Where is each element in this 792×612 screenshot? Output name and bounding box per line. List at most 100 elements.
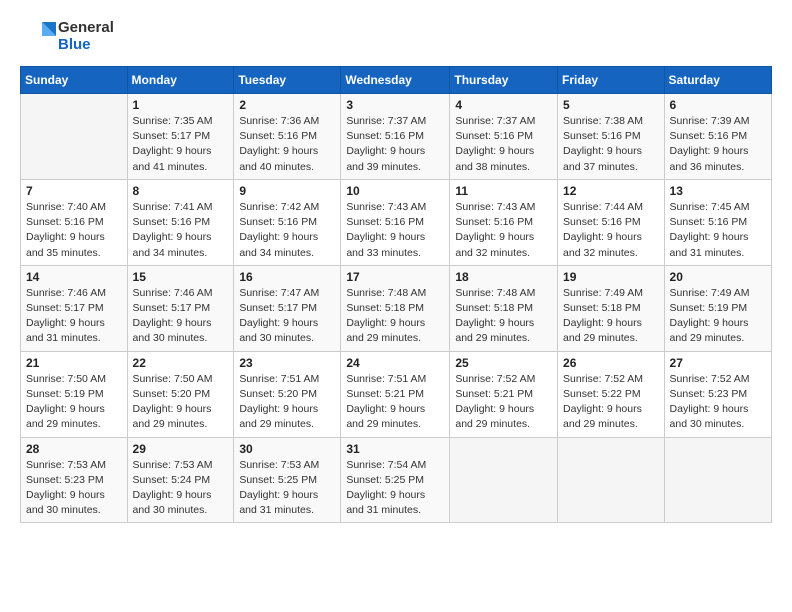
day-info: Sunrise: 7:45 AMSunset: 5:16 PMDaylight:…: [670, 200, 766, 261]
day-number: 17: [346, 270, 444, 284]
day-number: 21: [26, 356, 122, 370]
calendar-cell: 31 Sunrise: 7:54 AMSunset: 5:25 PMDayligh…: [341, 437, 450, 523]
day-number: 20: [670, 270, 766, 284]
calendar-cell: 16 Sunrise: 7:47 AMSunset: 5:17 PMDayligh…: [234, 265, 341, 351]
day-number: 25: [455, 356, 552, 370]
day-number: 12: [563, 184, 659, 198]
day-number: 7: [26, 184, 122, 198]
header-row: Sunday Monday Tuesday Wednesday Thursday…: [21, 67, 772, 94]
calendar-cell: 1 Sunrise: 7:35 AMSunset: 5:17 PMDaylight…: [127, 94, 234, 180]
day-info: Sunrise: 7:52 AMSunset: 5:22 PMDaylight:…: [563, 372, 659, 433]
calendar-cell: 29 Sunrise: 7:53 AMSunset: 5:24 PMDayligh…: [127, 437, 234, 523]
day-number: 1: [133, 98, 229, 112]
calendar-cell: 19 Sunrise: 7:49 AMSunset: 5:18 PMDayligh…: [558, 265, 665, 351]
day-info: Sunrise: 7:40 AMSunset: 5:16 PMDaylight:…: [26, 200, 122, 261]
calendar-cell: 21 Sunrise: 7:50 AMSunset: 5:19 PMDayligh…: [21, 351, 128, 437]
calendar-cell: 30 Sunrise: 7:53 AMSunset: 5:25 PMDayligh…: [234, 437, 341, 523]
day-number: 3: [346, 98, 444, 112]
day-number: 22: [133, 356, 229, 370]
day-number: 14: [26, 270, 122, 284]
calendar-cell: 25 Sunrise: 7:52 AMSunset: 5:21 PMDayligh…: [450, 351, 558, 437]
day-number: 19: [563, 270, 659, 284]
day-number: 10: [346, 184, 444, 198]
day-info: Sunrise: 7:36 AMSunset: 5:16 PMDaylight:…: [239, 114, 335, 175]
calendar-cell: 14 Sunrise: 7:46 AMSunset: 5:17 PMDayligh…: [21, 265, 128, 351]
day-info: Sunrise: 7:53 AMSunset: 5:24 PMDaylight:…: [133, 458, 229, 519]
calendar-cell: 22 Sunrise: 7:50 AMSunset: 5:20 PMDayligh…: [127, 351, 234, 437]
day-number: 29: [133, 442, 229, 456]
day-number: 6: [670, 98, 766, 112]
col-friday: Friday: [558, 67, 665, 94]
col-wednesday: Wednesday: [341, 67, 450, 94]
day-info: Sunrise: 7:46 AMSunset: 5:17 PMDaylight:…: [26, 286, 122, 347]
day-number: 23: [239, 356, 335, 370]
day-info: Sunrise: 7:50 AMSunset: 5:19 PMDaylight:…: [26, 372, 122, 433]
day-info: Sunrise: 7:42 AMSunset: 5:16 PMDaylight:…: [239, 200, 335, 261]
day-info: Sunrise: 7:46 AMSunset: 5:17 PMDaylight:…: [133, 286, 229, 347]
logo: General Blue: [20, 18, 114, 54]
calendar-week-5: 28 Sunrise: 7:53 AMSunset: 5:23 PMDayligh…: [21, 437, 772, 523]
col-thursday: Thursday: [450, 67, 558, 94]
calendar-cell: 28 Sunrise: 7:53 AMSunset: 5:23 PMDayligh…: [21, 437, 128, 523]
day-info: Sunrise: 7:43 AMSunset: 5:16 PMDaylight:…: [455, 200, 552, 261]
day-number: 8: [133, 184, 229, 198]
day-number: 5: [563, 98, 659, 112]
day-info: Sunrise: 7:48 AMSunset: 5:18 PMDaylight:…: [346, 286, 444, 347]
calendar-cell: [664, 437, 771, 523]
day-number: 18: [455, 270, 552, 284]
calendar-cell: 7 Sunrise: 7:40 AMSunset: 5:16 PMDaylight…: [21, 179, 128, 265]
day-info: Sunrise: 7:49 AMSunset: 5:18 PMDaylight:…: [563, 286, 659, 347]
day-number: 27: [670, 356, 766, 370]
day-info: Sunrise: 7:47 AMSunset: 5:17 PMDaylight:…: [239, 286, 335, 347]
day-info: Sunrise: 7:51 AMSunset: 5:20 PMDaylight:…: [239, 372, 335, 433]
day-info: Sunrise: 7:43 AMSunset: 5:16 PMDaylight:…: [346, 200, 444, 261]
day-number: 30: [239, 442, 335, 456]
calendar-cell: 20 Sunrise: 7:49 AMSunset: 5:19 PMDayligh…: [664, 265, 771, 351]
header: General Blue: [20, 18, 772, 54]
calendar-cell: 13 Sunrise: 7:45 AMSunset: 5:16 PMDayligh…: [664, 179, 771, 265]
day-info: Sunrise: 7:38 AMSunset: 5:16 PMDaylight:…: [563, 114, 659, 175]
day-info: Sunrise: 7:35 AMSunset: 5:17 PMDaylight:…: [133, 114, 229, 175]
day-info: Sunrise: 7:52 AMSunset: 5:21 PMDaylight:…: [455, 372, 552, 433]
day-number: 31: [346, 442, 444, 456]
page: General Blue Sunday Monday Tuesday Wedne…: [0, 0, 792, 612]
calendar-body: 1 Sunrise: 7:35 AMSunset: 5:17 PMDaylight…: [21, 94, 772, 523]
day-number: 15: [133, 270, 229, 284]
calendar-cell: 9 Sunrise: 7:42 AMSunset: 5:16 PMDaylight…: [234, 179, 341, 265]
day-number: 28: [26, 442, 122, 456]
day-number: 9: [239, 184, 335, 198]
calendar-cell: 12Sunrise: 7:44 AMSunset: 5:16 PMDayligh…: [558, 179, 665, 265]
day-info: Sunrise: 7:49 AMSunset: 5:19 PMDaylight:…: [670, 286, 766, 347]
day-info: Sunrise: 7:50 AMSunset: 5:20 PMDaylight:…: [133, 372, 229, 433]
day-number: 16: [239, 270, 335, 284]
calendar-cell: 27Sunrise: 7:52 AMSunset: 5:23 PMDayligh…: [664, 351, 771, 437]
day-number: 13: [670, 184, 766, 198]
col-sunday: Sunday: [21, 67, 128, 94]
calendar-week-3: 14 Sunrise: 7:46 AMSunset: 5:17 PMDayligh…: [21, 265, 772, 351]
calendar-cell: 11 Sunrise: 7:43 AMSunset: 5:16 PMDayligh…: [450, 179, 558, 265]
calendar-cell: 3Sunrise: 7:37 AMSunset: 5:16 PMDaylight…: [341, 94, 450, 180]
calendar-cell: 26 Sunrise: 7:52 AMSunset: 5:22 PMDayligh…: [558, 351, 665, 437]
day-number: 11: [455, 184, 552, 198]
calendar-week-2: 7 Sunrise: 7:40 AMSunset: 5:16 PMDaylight…: [21, 179, 772, 265]
calendar-header: Sunday Monday Tuesday Wednesday Thursday…: [21, 67, 772, 94]
calendar-cell: 15 Sunrise: 7:46 AMSunset: 5:17 PMDayligh…: [127, 265, 234, 351]
day-info: Sunrise: 7:37 AMSunset: 5:16 PMDaylight:…: [455, 114, 552, 175]
calendar-cell: 2Sunrise: 7:36 AMSunset: 5:16 PMDaylight…: [234, 94, 341, 180]
calendar-cell: 8Sunrise: 7:41 AMSunset: 5:16 PMDaylight…: [127, 179, 234, 265]
calendar-cell: [558, 437, 665, 523]
day-info: Sunrise: 7:39 AMSunset: 5:16 PMDaylight:…: [670, 114, 766, 175]
col-saturday: Saturday: [664, 67, 771, 94]
col-tuesday: Tuesday: [234, 67, 341, 94]
calendar-cell: 23 Sunrise: 7:51 AMSunset: 5:20 PMDayligh…: [234, 351, 341, 437]
day-number: 4: [455, 98, 552, 112]
day-number: 26: [563, 356, 659, 370]
day-info: Sunrise: 7:54 AMSunset: 5:25 PMDaylight:…: [346, 458, 444, 519]
calendar-cell: 24Sunrise: 7:51 AMSunset: 5:21 PMDayligh…: [341, 351, 450, 437]
calendar-cell: 4 Sunrise: 7:37 AMSunset: 5:16 PMDaylight…: [450, 94, 558, 180]
day-info: Sunrise: 7:53 AMSunset: 5:23 PMDaylight:…: [26, 458, 122, 519]
day-info: Sunrise: 7:53 AMSunset: 5:25 PMDaylight:…: [239, 458, 335, 519]
calendar-week-1: 1 Sunrise: 7:35 AMSunset: 5:17 PMDaylight…: [21, 94, 772, 180]
calendar-cell: 5 Sunrise: 7:38 AMSunset: 5:16 PMDaylight…: [558, 94, 665, 180]
calendar-cell: 17 Sunrise: 7:48 AMSunset: 5:18 PMDayligh…: [341, 265, 450, 351]
